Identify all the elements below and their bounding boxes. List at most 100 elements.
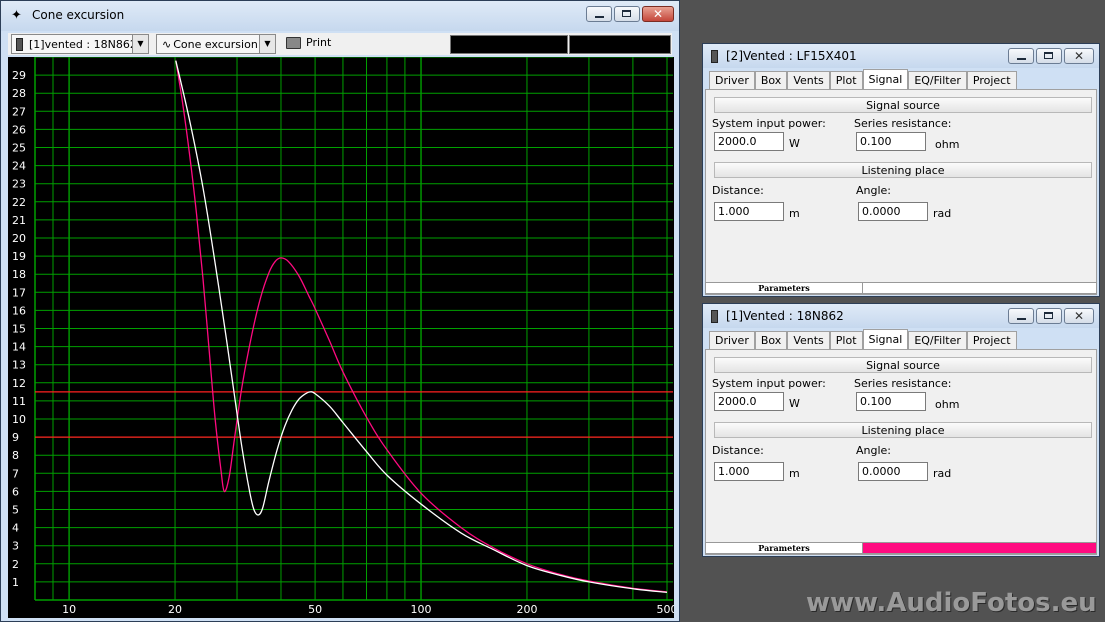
print-button[interactable]: Print (286, 36, 331, 49)
plot-type-value: Cone excursion (173, 37, 258, 51)
tab-eq-filter[interactable]: EQ/Filter (908, 71, 967, 89)
y-tick-label: 2 (12, 558, 19, 571)
y-tick-label: 17 (12, 286, 26, 299)
tab-box[interactable]: Box (754, 71, 788, 89)
angle-field[interactable]: 0.0000 (858, 462, 928, 481)
y-tick-label: 25 (12, 142, 26, 155)
input-power-unit: W (789, 137, 800, 150)
readout-field-2 (569, 35, 671, 54)
input-power-field[interactable]: 2000.0 (714, 392, 784, 411)
distance-field[interactable]: 1.000 (714, 202, 784, 221)
series-resistance-field[interactable]: 0.100 (856, 132, 926, 151)
angle-unit: rad (933, 467, 952, 480)
speaker-icon (16, 37, 23, 51)
y-tick-label: 20 (12, 232, 26, 245)
speaker-icon (711, 50, 718, 63)
tab-driver[interactable]: Driver (709, 331, 755, 349)
y-tick-label: 26 (12, 123, 26, 136)
cone-excursion-window: ✦ Cone excursion ✕ [1]vented : 18N862 ▼ … (0, 0, 680, 622)
watermark: www.AudioFotos.eu (806, 588, 1097, 618)
project-select[interactable]: [1]vented : 18N862 ▼ (11, 34, 149, 54)
y-tick-label: 22 (12, 196, 26, 209)
tab-signal[interactable]: Signal (862, 69, 909, 89)
signal-source-header: Signal source (714, 357, 1092, 373)
minimize-icon (1017, 318, 1026, 320)
close-icon: ✕ (652, 7, 664, 21)
distance-unit: m (789, 207, 800, 220)
series-resistance-field[interactable]: 0.100 (856, 392, 926, 411)
maximize-icon (622, 10, 631, 17)
chevron-down-icon[interactable]: ▼ (259, 35, 275, 53)
tab-plot[interactable]: Plot (829, 331, 863, 349)
x-tick-label: 20 (168, 603, 182, 616)
distance-unit: m (789, 467, 800, 480)
title-bar[interactable]: [2]Vented : LF15X401 ✕ (703, 44, 1099, 68)
close-icon: ✕ (1073, 309, 1085, 323)
status-label: Parameters (706, 543, 863, 553)
y-tick-label: 8 (12, 449, 19, 462)
chart-canvas: 1234567891011121314151617181920212223242… (12, 57, 674, 616)
status-indicator (863, 543, 1096, 553)
tab-project[interactable]: Project (966, 71, 1017, 89)
excursion-chart[interactable]: 1 2 3 4 5 6 7 8 9 10 11 12 13 14 15 16 17 18 19 20 21 22 23 24 2… (8, 57, 674, 618)
window-title: [2]Vented : LF15X401 (726, 49, 857, 63)
plot-type-select[interactable]: ∿ Cone excursion ▼ (156, 34, 276, 54)
chevron-down-icon[interactable]: ▼ (132, 35, 148, 53)
minimize-icon (1017, 58, 1026, 60)
minimize-button[interactable] (586, 6, 612, 22)
tab-box[interactable]: Box (754, 331, 788, 349)
input-power-unit: W (789, 397, 800, 410)
tab-vents[interactable]: Vents (787, 71, 830, 89)
project-select-value: [1]vented : 18N862 (29, 37, 137, 51)
listening-place-header: Listening place (714, 162, 1092, 178)
status-indicator (863, 283, 1096, 293)
y-tick-label: 1 (12, 576, 19, 589)
minimize-icon (595, 16, 604, 18)
distance-field[interactable]: 1.000 (714, 462, 784, 481)
close-button[interactable]: ✕ (1064, 308, 1094, 324)
y-tick-label: 4 (12, 522, 19, 535)
x-tick-label: 50 (308, 603, 322, 616)
input-power-field[interactable]: 2000.0 (714, 132, 784, 151)
title-bar[interactable]: ✦ Cone excursion ✕ (1, 1, 679, 31)
driver-dialog-18n862: [1]Vented : 18N862 ✕ Driver Box Vents Pl… (702, 303, 1100, 557)
x-tick-label: 200 (516, 603, 537, 616)
tab-project[interactable]: Project (966, 331, 1017, 349)
tab-signal[interactable]: Signal (862, 329, 909, 349)
maximize-icon (1044, 312, 1053, 319)
angle-unit: rad (933, 207, 952, 220)
tab-plot[interactable]: Plot (829, 71, 863, 89)
minimize-button[interactable] (1008, 48, 1034, 64)
title-bar[interactable]: [1]Vented : 18N862 ✕ (703, 304, 1099, 328)
distance-label: Distance: (712, 444, 764, 457)
close-icon: ✕ (1073, 49, 1085, 63)
status-bar: Parameters (705, 542, 1097, 554)
status-bar: Parameters (705, 282, 1097, 294)
tab-driver[interactable]: Driver (709, 71, 755, 89)
y-tick-label: 6 (12, 485, 19, 498)
print-label: Print (306, 36, 332, 49)
driver-dialog-lf15x401: [2]Vented : LF15X401 ✕ Driver Box Vents … (702, 43, 1100, 297)
maximize-button[interactable] (1036, 308, 1062, 324)
minimize-button[interactable] (1008, 308, 1034, 324)
tab-eq-filter[interactable]: EQ/Filter (908, 331, 967, 349)
y-tick-label: 19 (12, 250, 26, 263)
series-resistance-unit: ohm (935, 138, 960, 151)
angle-field[interactable]: 0.0000 (858, 202, 928, 221)
maximize-button[interactable] (1036, 48, 1062, 64)
close-button[interactable]: ✕ (642, 6, 674, 22)
maximize-icon (1044, 52, 1053, 59)
y-tick-label: 7 (12, 467, 19, 480)
y-tick-label: 10 (12, 413, 26, 426)
tab-vents[interactable]: Vents (787, 331, 830, 349)
series-resistance-label: Series resistance: (854, 377, 952, 390)
tab-strip: Driver Box Vents Plot Signal EQ/Filter P… (709, 69, 1017, 89)
close-button[interactable]: ✕ (1064, 48, 1094, 64)
signal-panel: Signal source System input power: 2000.0… (705, 349, 1097, 555)
y-tick-label: 14 (12, 341, 26, 354)
maximize-button[interactable] (614, 6, 640, 22)
y-tick-label: 5 (12, 504, 19, 517)
readout-field-1 (450, 35, 568, 54)
plot-app-icon: ✦ (11, 8, 22, 23)
y-tick-label: 16 (12, 304, 26, 317)
